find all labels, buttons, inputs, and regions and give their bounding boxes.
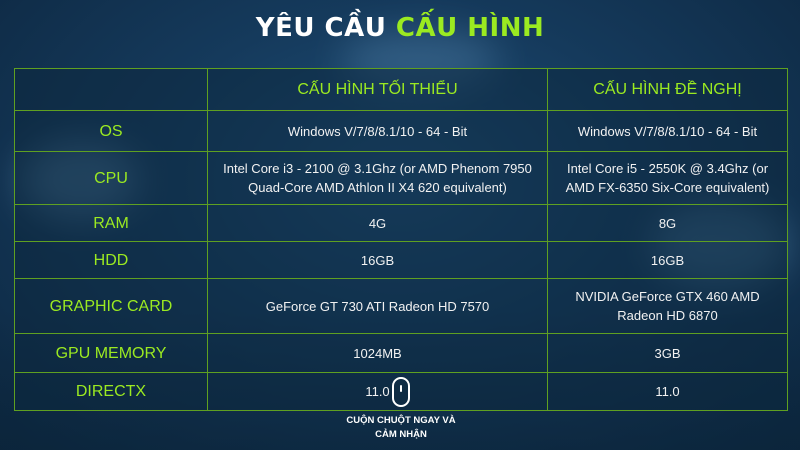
recommended-value: NVIDIA GeForce GTX 460 AMD Radeon HD 687…	[547, 278, 788, 334]
recommended-value: 16GB	[547, 241, 788, 279]
row-label: GPU MEMORY	[14, 333, 208, 373]
recommended-value: Windows V/7/8/8.1/10 - 64 - Bit	[547, 110, 788, 152]
row-label: OS	[14, 110, 208, 152]
row-label: HDD	[14, 241, 208, 279]
minimum-value: 16GB	[207, 241, 548, 279]
recommended-value: 3GB	[547, 333, 788, 373]
minimum-value: Windows V/7/8/8.1/10 - 64 - Bit	[207, 110, 548, 152]
row-label: RAM	[14, 204, 208, 242]
table-row-ram: RAM 4G 8G	[14, 204, 788, 242]
minimum-value: 11.0	[207, 372, 548, 411]
requirements-table: CẤU HÌNH TỐI THIỂU CẤU HÌNH ĐỀ NGHỊ OS W…	[14, 68, 788, 411]
table-row-cpu: CPU Intel Core i3 - 2100 @ 3.1Ghz (or AM…	[14, 151, 788, 205]
mouse-wheel	[400, 385, 402, 392]
page-title: YÊU CẦU CẤU HÌNH	[0, 10, 800, 46]
scroll-hint-line2: CẢM NHẬN	[375, 429, 427, 440]
minimum-value: 4G	[207, 204, 548, 242]
minimum-value: GeForce GT 730 ATI Radeon HD 7570	[207, 278, 548, 334]
table-header-row: CẤU HÌNH TỐI THIỂU CẤU HÌNH ĐỀ NGHỊ	[14, 68, 788, 111]
table-row-hdd: HDD 16GB 16GB	[14, 241, 788, 279]
header-empty	[14, 68, 208, 111]
recommended-value: 8G	[547, 204, 788, 242]
mouse-scroll-icon[interactable]	[392, 377, 410, 407]
table-row-gpu-memory: GPU MEMORY 1024MB 3GB	[14, 333, 788, 373]
minimum-value: Intel Core i3 - 2100 @ 3.1Ghz (or AMD Ph…	[207, 151, 548, 205]
header-recommended: CẤU HÌNH ĐỀ NGHỊ	[547, 68, 788, 111]
row-label: GRAPHIC CARD	[14, 278, 208, 334]
recommended-value: Intel Core i5 - 2550K @ 3.4Ghz (or AMD F…	[547, 151, 788, 205]
row-label: CPU	[14, 151, 208, 205]
table-row-os: OS Windows V/7/8/8.1/10 - 64 - Bit Windo…	[14, 110, 788, 152]
minimum-value: 1024MB	[207, 333, 548, 373]
scroll-hint-line1: CUỘN CHUỘT NGAY VÀ	[346, 415, 456, 426]
scroll-hint[interactable]: CUỘN CHUỘT NGAY VÀ CẢM NHẬN	[336, 414, 466, 442]
row-label: DIRECTX	[14, 372, 208, 411]
recommended-value: 11.0	[547, 372, 788, 411]
title-part-white: YÊU CẦU	[255, 13, 387, 43]
title-part-green: CẤU HÌNH	[395, 13, 545, 43]
header-minimum: CẤU HÌNH TỐI THIỂU	[207, 68, 548, 111]
table-row-graphic-card: GRAPHIC CARD GeForce GT 730 ATI Radeon H…	[14, 278, 788, 334]
